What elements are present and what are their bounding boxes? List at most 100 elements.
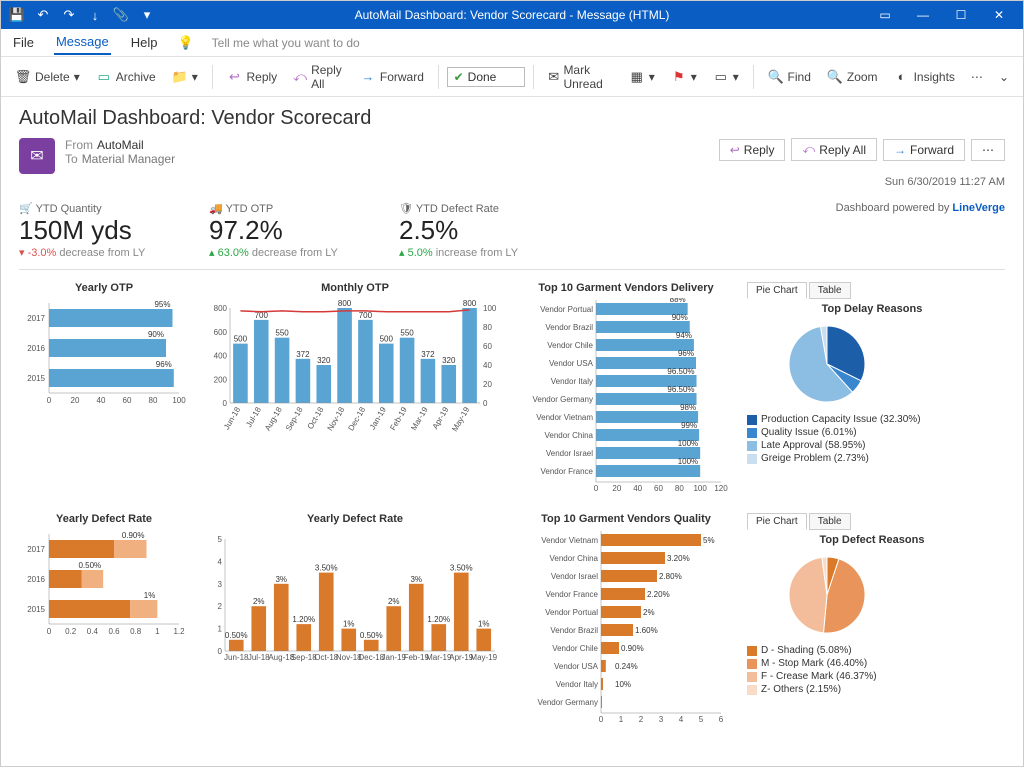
collapse-ribbon-icon[interactable]: ⌄ bbox=[993, 66, 1015, 88]
chart-delay-reasons: Pie Chart Table Top Delay Reasons Produc… bbox=[747, 282, 997, 501]
svg-text:Vendor Chile: Vendor Chile bbox=[547, 341, 593, 350]
svg-text:Feb-19: Feb-19 bbox=[388, 405, 409, 432]
ribbon-options-icon[interactable]: ▭ bbox=[867, 3, 903, 27]
delete-button[interactable]: 🗑Delete ▾ bbox=[9, 65, 86, 89]
header-actions: ↩Reply ⤺Reply All →Forward ⋯ bbox=[719, 138, 1005, 161]
svg-monthly-defect: 0123450.50%Jun-182%Jul-183%Aug-181.20%Se… bbox=[205, 529, 505, 679]
svg-text:5: 5 bbox=[218, 535, 223, 544]
svg-text:May-19: May-19 bbox=[470, 653, 497, 662]
tab-table[interactable]: Table bbox=[809, 282, 851, 299]
minimize-icon[interactable]: — bbox=[905, 3, 941, 27]
tab-pie[interactable]: Pie Chart bbox=[747, 513, 807, 530]
menu-help[interactable]: Help bbox=[129, 31, 160, 54]
chart-title: Top 10 Garment Vendors Quality bbox=[521, 513, 731, 525]
down-icon[interactable]: ↓ bbox=[85, 5, 105, 25]
check-icon: ✔ bbox=[454, 70, 464, 84]
qat-more-icon[interactable]: ▾ bbox=[137, 5, 157, 25]
svg-text:Vendor Italy: Vendor Italy bbox=[556, 680, 598, 689]
svg-text:98%: 98% bbox=[680, 403, 696, 412]
reply-all-button[interactable]: ⤺Reply All bbox=[287, 59, 350, 95]
svg-text:2%: 2% bbox=[253, 597, 265, 606]
forward-icon: → bbox=[360, 69, 376, 85]
svg-text:Dec-18: Dec-18 bbox=[346, 405, 367, 432]
more-button[interactable]: ⋯ bbox=[965, 66, 989, 88]
menu-bar: File Message Help 💡 Tell me what you wan… bbox=[1, 29, 1023, 57]
save-icon[interactable]: 💾 bbox=[7, 5, 27, 25]
maximize-icon[interactable]: ☐ bbox=[943, 3, 979, 27]
svg-yearly-defect: 0.90%20170.50%20161%201500.20.40.60.811.… bbox=[19, 529, 189, 649]
svg-text:4: 4 bbox=[679, 715, 684, 724]
tab-table[interactable]: Table bbox=[809, 513, 851, 530]
svg-text:95%: 95% bbox=[154, 300, 170, 309]
hdr-forward-label: Forward bbox=[910, 143, 954, 157]
svg-text:1.2: 1.2 bbox=[173, 627, 185, 636]
kpi-def-value: 2.5% bbox=[399, 215, 549, 246]
hdr-forward-button[interactable]: →Forward bbox=[883, 139, 965, 161]
svg-text:1: 1 bbox=[218, 625, 223, 634]
svg-text:2017: 2017 bbox=[27, 314, 45, 323]
svg-text:80: 80 bbox=[483, 323, 492, 332]
reply-icon: ↩ bbox=[730, 143, 740, 157]
reply-button[interactable]: ↩Reply bbox=[220, 65, 283, 89]
svg-text:Vendor Portual: Vendor Portual bbox=[540, 305, 593, 314]
svg-text:1.20%: 1.20% bbox=[292, 615, 315, 624]
policy-button[interactable]: ▭▾ bbox=[707, 65, 745, 89]
svg-text:2015: 2015 bbox=[27, 374, 45, 383]
categorize-button[interactable]: ▦▾ bbox=[623, 65, 661, 89]
svg-text:May-19: May-19 bbox=[450, 405, 471, 433]
svg-text:96.50%: 96.50% bbox=[667, 367, 694, 376]
find-button[interactable]: 🔍Find bbox=[762, 65, 817, 89]
svg-text:90%: 90% bbox=[148, 330, 164, 339]
hdr-more-button[interactable]: ⋯ bbox=[971, 139, 1005, 161]
svg-text:Nov-18: Nov-18 bbox=[326, 405, 347, 432]
insights-button[interactable]: ◐Insights bbox=[888, 65, 961, 89]
move-button[interactable]: 📁▾ bbox=[166, 65, 204, 89]
chart-title: Top Defect Reasons bbox=[747, 534, 997, 546]
svg-text:100: 100 bbox=[172, 396, 186, 405]
hdr-reply-all-button[interactable]: ⤺Reply All bbox=[791, 138, 877, 161]
redo-icon[interactable]: ↷ bbox=[59, 5, 79, 25]
svg-text:Vendor Italy: Vendor Italy bbox=[551, 377, 593, 386]
svg-text:Vendor Portual: Vendor Portual bbox=[545, 608, 598, 617]
mark-unread-label: Mark Unread bbox=[563, 63, 612, 91]
quick-step-done[interactable]: ✔Done bbox=[447, 67, 526, 87]
attach-icon[interactable]: 📎 bbox=[111, 5, 131, 25]
menu-message[interactable]: Message bbox=[54, 30, 111, 55]
hdr-reply-button[interactable]: ↩Reply bbox=[719, 139, 786, 161]
svg-text:0: 0 bbox=[47, 627, 52, 636]
svg-text:Vendor Vietnam: Vendor Vietnam bbox=[541, 536, 598, 545]
forward-button[interactable]: → Forward bbox=[354, 65, 430, 89]
undo-icon[interactable]: ↶ bbox=[33, 5, 53, 25]
archive-button[interactable]: ▭Archive bbox=[90, 65, 162, 89]
title-bar: 💾 ↶ ↷ ↓ 📎 ▾ AutoMail Dashboard: Vendor S… bbox=[1, 1, 1023, 29]
tab-pie[interactable]: Pie Chart bbox=[747, 282, 807, 299]
from-value: AutoMail bbox=[97, 138, 144, 152]
reply-all-icon: ⤺ bbox=[802, 142, 815, 157]
search-icon: 🔍 bbox=[768, 69, 784, 85]
legend-delay: Production Capacity Issue (32.30%)Qualit… bbox=[747, 414, 997, 464]
svg-text:2.20%: 2.20% bbox=[647, 590, 670, 599]
svg-text:0: 0 bbox=[483, 399, 488, 408]
svg-text:2016: 2016 bbox=[27, 575, 45, 584]
flag-button[interactable]: ⚑▾ bbox=[665, 65, 703, 89]
svg-text:60: 60 bbox=[483, 342, 492, 351]
zoom-button[interactable]: 🔍Zoom bbox=[821, 65, 884, 89]
chart-title: Yearly Defect Rate bbox=[19, 513, 189, 525]
forward-label: Forward bbox=[380, 70, 424, 84]
close-icon[interactable]: ✕ bbox=[981, 3, 1017, 27]
chart-monthly-defect: Yearly Defect Rate 0123450.50%Jun-182%Ju… bbox=[205, 513, 505, 732]
tell-me-input[interactable]: Tell me what you want to do bbox=[212, 36, 360, 50]
svg-text:88%: 88% bbox=[670, 298, 686, 304]
kpi-qty-delta-pct: -3.0% bbox=[28, 247, 57, 259]
svg-text:20: 20 bbox=[71, 396, 80, 405]
chart-yearly-otp: Yearly OTP 95%201790%201696%201502040608… bbox=[19, 282, 189, 501]
svg-text:2017: 2017 bbox=[27, 545, 45, 554]
svg-text:0.6: 0.6 bbox=[108, 627, 120, 636]
svg-monthly-otp: 0200400600800020406080100500Jun-18700Jul… bbox=[205, 298, 505, 438]
reply-all-icon: ⤺ bbox=[293, 69, 307, 85]
svg-text:1.20%: 1.20% bbox=[427, 615, 450, 624]
svg-text:100: 100 bbox=[693, 484, 707, 493]
mark-unread-button[interactable]: ✉Mark Unread bbox=[542, 59, 619, 95]
menu-file[interactable]: File bbox=[11, 31, 36, 54]
chart-grid: Yearly OTP 95%201790%201696%201502040608… bbox=[19, 282, 1005, 732]
